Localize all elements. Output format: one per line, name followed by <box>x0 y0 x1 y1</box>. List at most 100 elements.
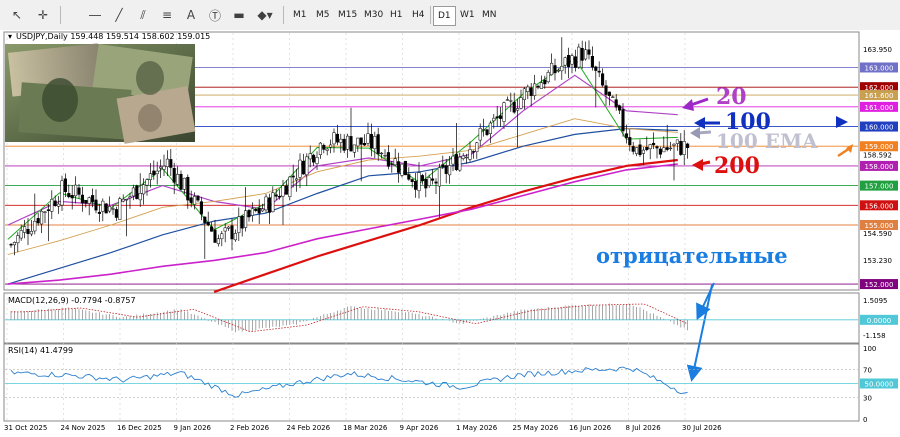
level-price-label: 157.000 <box>865 183 894 191</box>
fibonacci-icon[interactable]: ≡ <box>156 6 178 24</box>
timeframe-mn[interactable]: MN <box>478 6 501 24</box>
candle-body <box>305 156 309 176</box>
timeframe-h4[interactable]: H4 <box>408 6 429 24</box>
candle-body <box>618 105 622 111</box>
candle-body <box>186 176 190 201</box>
candle-body <box>580 48 584 61</box>
candle-body <box>155 170 159 175</box>
candle-body <box>346 135 350 150</box>
symbol-ohlc-label: USDJPY,Daily 159.448 159.514 158.602 159… <box>16 32 210 41</box>
candle-body <box>87 197 91 204</box>
candle-body <box>332 132 336 145</box>
text-label-icon[interactable]: Ⓣ <box>204 6 226 24</box>
candle-body <box>679 141 683 155</box>
timeframe-m15[interactable]: M15 <box>334 6 361 24</box>
toolbar-divider <box>430 6 431 24</box>
candle-body <box>281 185 285 197</box>
timeframe-m1[interactable]: M1 <box>289 6 311 24</box>
candle-body <box>36 218 40 224</box>
candle-body <box>621 109 625 132</box>
trendline-icon[interactable]: ╱ <box>108 6 130 24</box>
candle-body <box>369 134 373 149</box>
negative-annotation: отрицательные <box>596 243 788 268</box>
candle-body <box>159 166 163 169</box>
candle-body <box>26 228 30 234</box>
shapes-dropdown-icon[interactable]: ◆▾ <box>254 6 276 24</box>
rectangle-icon[interactable]: ▬ <box>228 6 250 24</box>
timeframe-h1[interactable]: H1 <box>386 6 407 24</box>
candle-body <box>291 175 295 178</box>
candle-body <box>250 208 254 216</box>
candle-body <box>131 187 135 197</box>
toolbar-divider <box>283 6 284 24</box>
candle-body <box>590 56 594 68</box>
candle-body <box>512 101 516 113</box>
timeframe-m30[interactable]: M30 <box>360 6 387 24</box>
candle-body <box>529 87 533 96</box>
candle-body <box>264 196 268 211</box>
candle-body <box>434 181 438 184</box>
rsi-tick-label: 0 <box>863 416 867 424</box>
candle-body <box>216 238 220 245</box>
candle-body <box>482 129 486 131</box>
time-tick-label: 8 Jul 2026 <box>626 424 662 432</box>
candle-body <box>301 160 305 175</box>
candle-body <box>70 195 74 199</box>
equidistant-channel-icon[interactable]: ⫽ <box>132 6 154 24</box>
price-chart[interactable]: ▾ USDJPY,Daily 159.448 159.514 158.602 1… <box>0 30 900 437</box>
candle-body <box>298 159 302 178</box>
text-icon[interactable]: A <box>180 6 202 24</box>
candle-body <box>390 163 394 165</box>
header-text: ▾ USDJPY,Daily 159.448 159.514 158.602 1… <box>8 32 210 41</box>
timeframe-d1[interactable]: D1 <box>433 6 456 26</box>
candle-body <box>563 57 567 66</box>
toolbar: ↖ ✛ ― ╱ ⫽ ≡ A Ⓣ ▬ ◆▾ M1 M5 M15 M30 H1 H4… <box>0 0 900 31</box>
rsi-header: RSI(14) 41.4799 <box>8 346 73 355</box>
candle-body <box>573 56 577 68</box>
candle-body <box>23 226 27 233</box>
candle-body <box>522 88 526 100</box>
candle-body <box>672 143 676 146</box>
rsi-tick-label: 70 <box>863 366 872 374</box>
candle-body <box>43 211 47 213</box>
candle-body <box>125 199 129 201</box>
candle-body <box>152 170 156 176</box>
candle-body <box>94 199 98 211</box>
candle-body <box>247 210 251 218</box>
ma20-label: 20 <box>716 84 747 110</box>
candle-body <box>138 192 142 201</box>
level-price-label: 156.000 <box>865 202 894 210</box>
candle-body <box>607 91 611 96</box>
candle-body <box>121 198 125 202</box>
candle-body <box>655 146 659 149</box>
candle-body <box>295 178 299 181</box>
candle-body <box>475 142 479 153</box>
toolbar-divider <box>60 6 61 24</box>
candle-body <box>108 206 112 212</box>
candle-body <box>454 154 458 171</box>
candle-body <box>210 226 214 232</box>
candle-body <box>53 200 57 206</box>
svg-text:▾: ▾ <box>8 32 12 41</box>
cursor-icon[interactable]: ↖ <box>6 6 28 24</box>
crosshair-icon[interactable]: ✛ <box>32 6 54 24</box>
candle-body <box>417 172 421 191</box>
timeframe-w1[interactable]: W1 <box>456 6 479 24</box>
candle-body <box>597 70 601 73</box>
candle-body <box>543 79 547 85</box>
macd-tick-label: 0.0000 <box>867 317 892 325</box>
candle-body <box>104 203 108 214</box>
candle-body <box>227 226 231 229</box>
candle-body <box>628 137 632 146</box>
candle-body <box>63 178 67 193</box>
level-price-label: 152.000 <box>865 281 894 289</box>
candle-body <box>658 148 662 155</box>
time-tick-label: 18 Mar 2026 <box>343 424 388 432</box>
candle-body <box>601 73 605 86</box>
horizontal-line-icon[interactable]: ― <box>84 6 106 24</box>
candle-body <box>111 208 115 210</box>
candle-body <box>278 195 282 198</box>
candle-body <box>505 99 509 101</box>
timeframe-m5[interactable]: M5 <box>312 6 334 24</box>
ema100-label: 100 EMA <box>716 129 818 153</box>
